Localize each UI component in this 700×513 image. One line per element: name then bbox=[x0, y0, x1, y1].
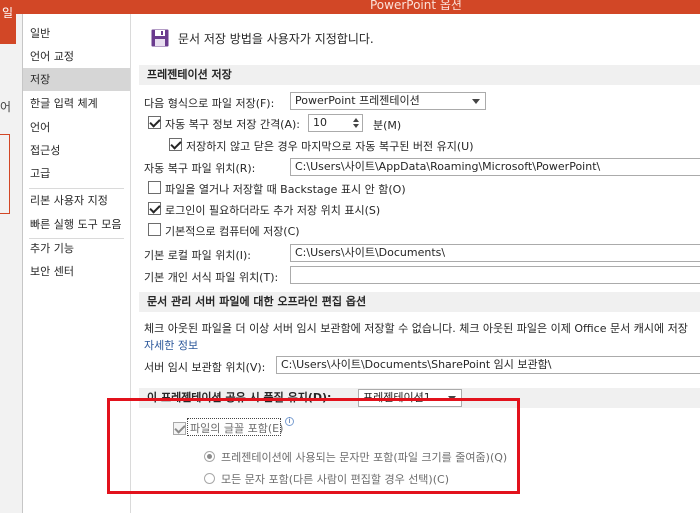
default-personal-templates-input[interactable] bbox=[290, 266, 700, 284]
chevron-down-icon bbox=[472, 99, 480, 104]
highlight-annotation-box bbox=[107, 398, 520, 494]
no-backstage-checkbox[interactable] bbox=[148, 181, 161, 194]
sidebar-item-language[interactable]: 언어 bbox=[23, 116, 130, 139]
sidebar-item-trust-center[interactable]: 보안 센터 bbox=[23, 260, 130, 283]
sidebar-item-add-ins[interactable]: 추가 기능 bbox=[23, 237, 130, 260]
keep-last-version-label: 저장하지 않고 닫은 경우 마지막으로 자동 복구된 버전 유지(U) bbox=[186, 140, 474, 153]
server-drafts-location-label: 서버 임시 보관함 위치(V): bbox=[144, 361, 266, 374]
section-header-offline-editing: 문서 관리 서버 파일에 대한 오프라인 편집 옵션 bbox=[139, 292, 700, 312]
save-format-dropdown[interactable]: PowerPoint 프레젠테이션 bbox=[290, 92, 486, 110]
section-header-save: 프레젠테이션 저장 bbox=[139, 65, 700, 85]
sidebar-item-save[interactable]: 저장 bbox=[23, 68, 130, 91]
autorecover-minutes-value: 10 bbox=[313, 116, 327, 129]
offline-description: 체크 아웃된 파일을 더 이상 서버 임시 보관함에 저장할 수 없습니다. 체… bbox=[144, 322, 688, 335]
autorecover-label: 자동 복구 정보 저장 간격(A): bbox=[165, 118, 300, 131]
sidebar-item-general[interactable]: 일반 bbox=[23, 22, 130, 45]
window-title: PowerPoint 옵션 bbox=[370, 0, 462, 12]
title-bar: PowerPoint 옵션 bbox=[0, 0, 700, 14]
more-info-link[interactable]: 자세한 정보 bbox=[144, 337, 198, 353]
background-selection bbox=[0, 134, 10, 214]
autorecover-minutes-spinner[interactable]: 10 bbox=[308, 114, 363, 132]
sidebar-item-proofing[interactable]: 언어 교정 bbox=[23, 45, 130, 68]
default-local-location-label: 기본 로컬 파일 위치(I): bbox=[144, 249, 251, 262]
background-text: 어 bbox=[0, 100, 12, 114]
keep-last-version-checkbox[interactable] bbox=[169, 138, 182, 151]
spin-up-icon[interactable] bbox=[353, 118, 359, 122]
save-icon bbox=[151, 29, 169, 47]
save-to-computer-label: 기본적으로 컴퓨터에 저장(C) bbox=[165, 225, 300, 238]
minutes-label: 분(M) bbox=[373, 119, 402, 132]
sidebar-item-accessibility[interactable]: 접근성 bbox=[23, 139, 130, 162]
default-personal-templates-label: 기본 개인 서식 파일 위치(T): bbox=[144, 271, 279, 284]
show-additional-locations-label: 로그인이 필요하더라도 추가 저장 위치 표시(S) bbox=[165, 204, 381, 217]
autorecover-checkbox[interactable] bbox=[148, 116, 161, 129]
spin-down-icon[interactable] bbox=[353, 124, 359, 128]
show-additional-locations-checkbox[interactable] bbox=[148, 202, 161, 215]
autorecover-location-label: 자동 복구 파일 위치(R): bbox=[144, 162, 256, 175]
default-local-location-input[interactable]: C:\Users\사이트\Documents\ bbox=[290, 244, 700, 262]
sidebar-item-quick-access-toolbar[interactable]: 빠른 실행 도구 모음 bbox=[23, 213, 130, 236]
sidebar-item-korean-input[interactable]: 한글 입력 체계 bbox=[23, 92, 130, 115]
sidebar-item-advanced[interactable]: 고급 bbox=[23, 162, 130, 185]
save-format-value: PowerPoint 프레젠테이션 bbox=[295, 94, 420, 107]
save-format-label: 다음 형식으로 파일 저장(F): bbox=[144, 97, 275, 110]
save-to-computer-checkbox[interactable] bbox=[148, 223, 161, 236]
page-heading: 문서 저장 방법을 사용자가 지정합니다. bbox=[178, 32, 374, 46]
sidebar-item-customize-ribbon[interactable]: 리본 사용자 지정 bbox=[23, 189, 130, 212]
no-backstage-label: 파일을 열거나 저장할 때 Backstage 표시 안 함(O) bbox=[165, 183, 406, 196]
autorecover-location-input[interactable]: C:\Users\사이트\AppData\Roaming\Microsoft\P… bbox=[290, 158, 700, 176]
background-window: 일 어 bbox=[0, 6, 22, 513]
server-drafts-location-input[interactable]: C:\Users\사이트\Documents\SharePoint 임시 보관함… bbox=[276, 356, 700, 374]
background-text: 일 bbox=[2, 6, 14, 20]
